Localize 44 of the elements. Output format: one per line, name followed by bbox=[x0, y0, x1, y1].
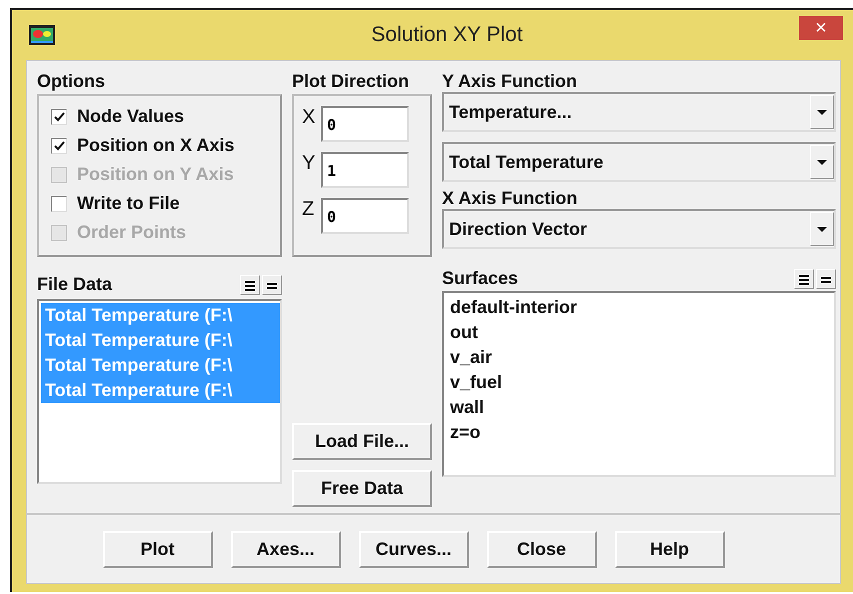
checkbox-label: Position on X Axis bbox=[77, 135, 234, 156]
checkbox-label: Order Points bbox=[77, 222, 186, 243]
lines-icon bbox=[799, 272, 809, 286]
checkbox-label: Node Values bbox=[77, 106, 184, 127]
list-label: Surfaces bbox=[442, 268, 518, 289]
dialog-button[interactable]: Help bbox=[614, 530, 724, 568]
input-field[interactable]: 0 bbox=[321, 198, 409, 234]
checkbox[interactable] bbox=[51, 108, 67, 124]
checkbox[interactable] bbox=[51, 138, 67, 154]
field-label: X bbox=[302, 106, 316, 129]
list-item[interactable]: default-interior bbox=[446, 295, 834, 320]
list-item[interactable]: z=o bbox=[446, 420, 834, 445]
dialog-button[interactable]: Axes... bbox=[230, 530, 340, 568]
checkbox-label: Write to File bbox=[77, 193, 180, 214]
checkbox-label: Position on Y Axis bbox=[77, 164, 234, 185]
lines-icon bbox=[245, 278, 255, 292]
dropdown[interactable]: Direction Vector bbox=[442, 209, 836, 249]
caret-icon bbox=[817, 110, 827, 114]
close-button[interactable]: × bbox=[799, 16, 843, 40]
app-icon bbox=[29, 25, 55, 45]
dialog-button[interactable]: Plot bbox=[102, 530, 212, 568]
list-item[interactable]: out bbox=[446, 320, 834, 345]
dialog-button[interactable]: Curves... bbox=[358, 530, 468, 568]
action-button[interactable]: Load File... bbox=[292, 423, 432, 460]
list-item[interactable]: v_air bbox=[446, 345, 834, 370]
list-item[interactable]: v_fuel bbox=[446, 370, 834, 395]
group-label: Plot Direction bbox=[292, 71, 410, 92]
dropdown[interactable]: Temperature... bbox=[442, 92, 836, 132]
list-item[interactable]: wall bbox=[446, 395, 834, 420]
group-label: Options bbox=[37, 71, 106, 92]
field-label: Z bbox=[302, 198, 316, 221]
action-button[interactable]: Free Data bbox=[292, 470, 432, 507]
section-label: X Axis Function bbox=[442, 188, 578, 209]
field-label: Y bbox=[302, 152, 316, 175]
dropdown[interactable]: Total Temperature bbox=[442, 142, 836, 182]
caret-icon bbox=[817, 160, 827, 164]
caret-icon bbox=[817, 226, 827, 232]
window-title: Solution XY Plot bbox=[370, 23, 524, 47]
input-field[interactable]: 1 bbox=[321, 152, 409, 188]
input-field[interactable]: 0 bbox=[321, 106, 409, 142]
dialog-button[interactable]: Close bbox=[486, 530, 596, 568]
checkbox[interactable] bbox=[51, 196, 67, 212]
section-label: Y Axis Function bbox=[442, 71, 578, 92]
list-label: File Data bbox=[37, 274, 112, 295]
